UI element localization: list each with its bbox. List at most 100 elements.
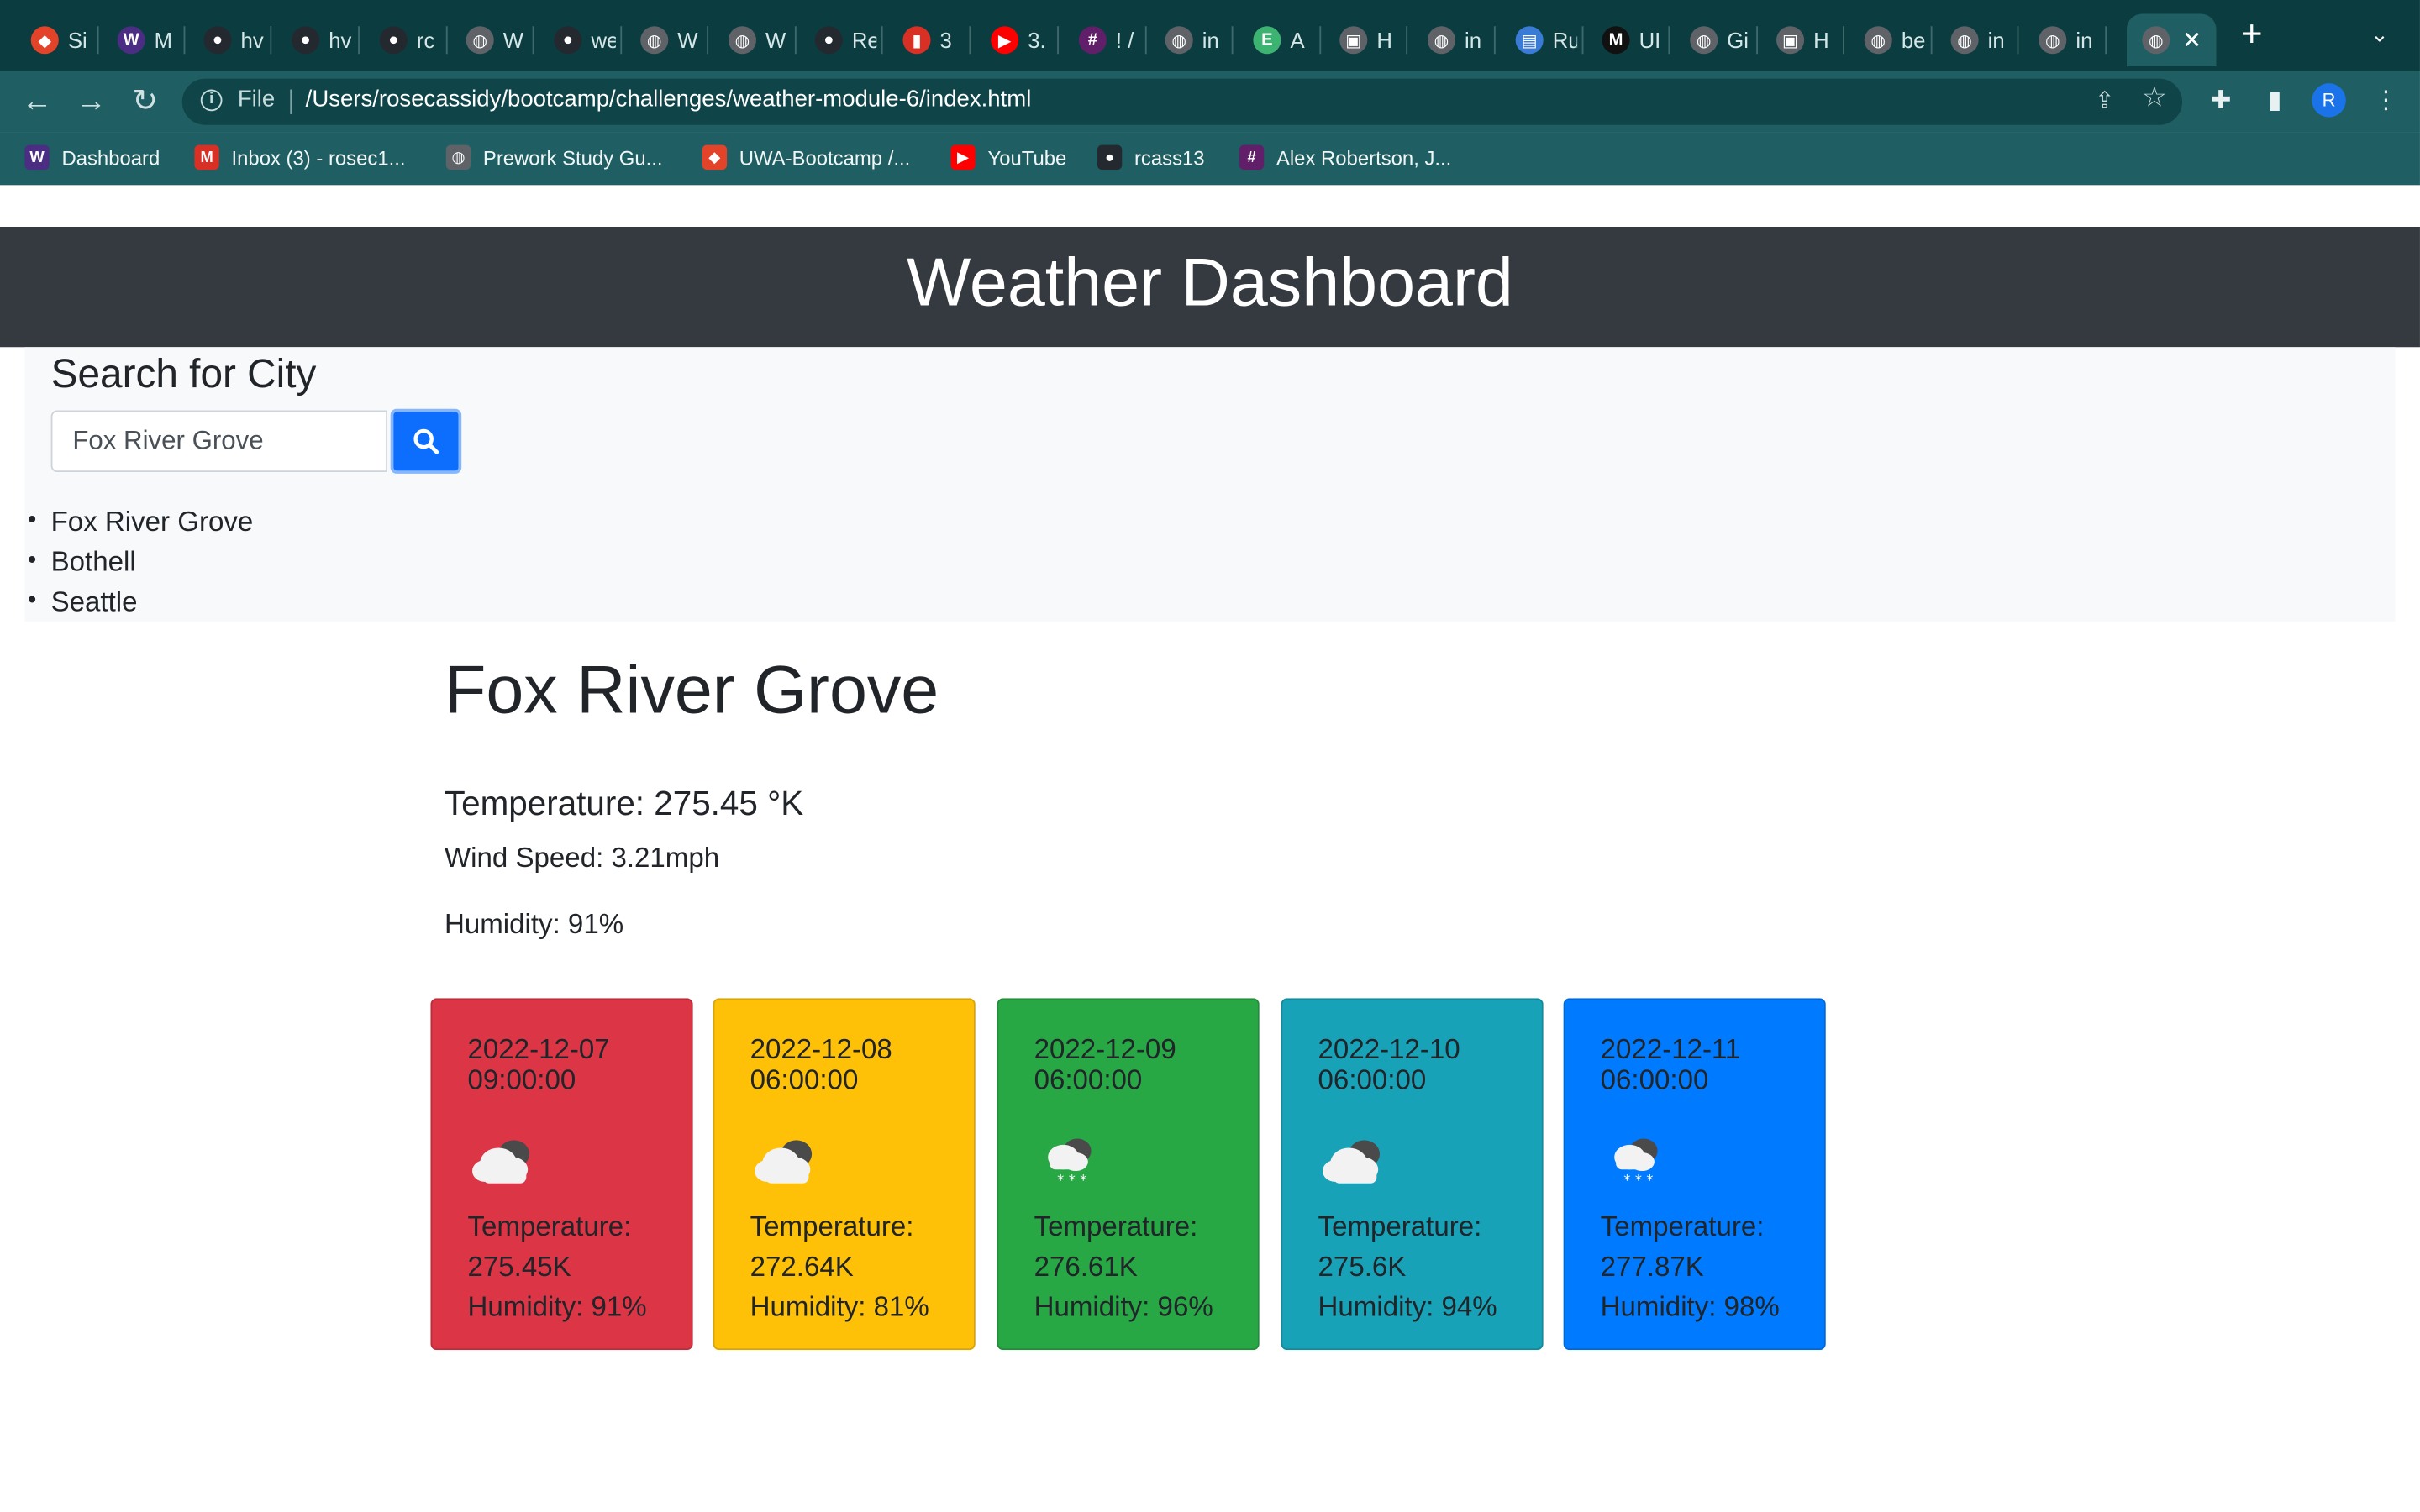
forecast-humidity: Humidity: 94% xyxy=(1318,1291,1497,1323)
url-text[interactable]: /Users/rosecassidy/bootcamp/challenges/w… xyxy=(306,87,1032,113)
browser-tab[interactable]: ◍ be xyxy=(1849,14,1929,66)
side-panel-icon[interactable]: ▮ xyxy=(2258,85,2291,118)
bookmark-item[interactable]: ● rcass13 xyxy=(1097,144,1205,171)
browser-tab[interactable]: ◍ in xyxy=(2023,14,2104,66)
browser-tab[interactable]: M UI xyxy=(1586,14,1667,66)
browser-tab[interactable]: ● Re xyxy=(799,14,880,66)
bookmark-favicon-icon: ▶ xyxy=(950,144,976,171)
tab-separator xyxy=(97,26,99,55)
search-button[interactable] xyxy=(390,408,462,474)
history-item[interactable]: Seattle xyxy=(28,581,254,622)
browser-tab[interactable]: ▶ 3. xyxy=(976,14,1056,66)
browser-tab[interactable]: ◍ W xyxy=(450,14,531,66)
forecast-card: 2022-12-10 06:00:00 Temperature: 275.6K Hum… xyxy=(1281,998,1544,1351)
site-header: Weather Dashboard xyxy=(0,226,2420,348)
extensions-puzzle-icon[interactable]: ✚ xyxy=(2204,85,2238,118)
bookmarks-bar: W Dashboard M Inbox (3) - rosec1... ◍ Prework… xyxy=(0,132,2420,186)
browser-menu-icon[interactable]: ⋮ xyxy=(2369,85,2402,118)
tab-title: 3. xyxy=(1028,28,1046,53)
tab-separator xyxy=(2105,26,2107,55)
forecast-date: 2022-12-11 06:00:00 xyxy=(1600,1033,1741,1096)
browser-tab[interactable]: ◍ in xyxy=(1150,14,1230,66)
reload-icon[interactable]: ↻ xyxy=(127,83,164,120)
tab-title: in xyxy=(1987,28,2005,53)
cloudy-icon xyxy=(468,1129,542,1190)
search-panel: Search for City Fox River Grove Bothell … xyxy=(24,347,2396,622)
tab-title: ! / xyxy=(1115,28,1134,53)
tab-separator xyxy=(1144,26,1147,55)
browser-toolbar: ← → ↻ i File /Users/rosecassidy/bootcamp… xyxy=(0,71,2420,133)
forecast-card: 2022-12-08 06:00:00 Temperature: 272.64K Hu… xyxy=(713,998,976,1351)
browser-tab[interactable]: # ! / xyxy=(1063,14,1144,66)
site-info-icon[interactable]: i xyxy=(200,89,223,112)
tab-separator xyxy=(445,26,448,55)
bookmark-star-icon[interactable]: ☆ xyxy=(2142,81,2167,114)
tab-separator xyxy=(620,26,623,55)
forecast-card: 2022-12-11 06:00:00 * * * Temperature: 277.… xyxy=(1563,998,1826,1351)
forecast-card: 2022-12-07 09:00:00 Temperature: 275.45K Hu… xyxy=(430,998,693,1351)
tab-favicon-icon: ◍ xyxy=(1165,26,1193,55)
address-bar[interactable]: i File /Users/rosecassidy/bootcamp/chall… xyxy=(182,78,2183,125)
tab-search-chevron-icon[interactable]: ⌄ xyxy=(2370,22,2389,48)
browser-tab-strip: ◆SiWM●hv●hv●rc◍W●we◍W◍W●Re▮3▶3.#! /◍inEA… xyxy=(0,0,2420,71)
tab-favicon-icon: M xyxy=(1602,26,1630,55)
tab-separator xyxy=(1581,26,1584,55)
close-tab-icon[interactable]: ✕ xyxy=(2182,26,2202,54)
tab-favicon-icon: ● xyxy=(292,26,320,55)
forward-arrow-icon[interactable]: → xyxy=(72,83,109,120)
tab-favicon-icon: ● xyxy=(379,26,408,55)
active-browser-tab[interactable]: ◍ ✕ xyxy=(2126,13,2217,66)
browser-tab[interactable]: ▮ 3 xyxy=(887,14,968,66)
tab-title: M xyxy=(154,28,173,53)
browser-tab[interactable]: ● hv xyxy=(188,14,269,66)
tab-title: rc xyxy=(416,28,435,53)
forecast-temperature-label: Temperature: xyxy=(1318,1210,1482,1242)
browser-tab[interactable]: ◍ W xyxy=(713,14,794,66)
browser-tab[interactable]: ▣ H xyxy=(1761,14,1842,66)
bookmark-item[interactable]: ▶ YouTube xyxy=(950,144,1067,171)
tab-separator xyxy=(1319,26,1322,55)
browser-tab[interactable]: ◍ Gi xyxy=(1675,14,1755,66)
browser-tab[interactable]: ▣ H xyxy=(1324,14,1405,66)
profile-avatar[interactable]: R xyxy=(2312,83,2346,118)
tab-favicon-icon: ◍ xyxy=(1864,26,1892,55)
bookmark-item[interactable]: M Inbox (3) - rosec1... xyxy=(194,144,406,171)
back-arrow-icon[interactable]: ← xyxy=(18,83,55,120)
city-search-input[interactable] xyxy=(50,410,388,473)
history-item[interactable]: Fox River Grove xyxy=(28,501,253,542)
browser-tab[interactable]: ● hv xyxy=(276,14,357,66)
tab-separator xyxy=(270,26,272,55)
globe-icon: ◍ xyxy=(2142,26,2170,55)
forecast-temperature-label: Temperature: xyxy=(1600,1210,1765,1242)
bookmark-item[interactable]: ◆ UWA-Bootcamp /... xyxy=(702,144,910,171)
forecast-date: 2022-12-10 06:00:00 xyxy=(1318,1033,1460,1096)
new-tab-button[interactable]: + xyxy=(2232,14,2272,55)
forecast-temperature: 272.64K xyxy=(750,1251,854,1283)
bookmark-item[interactable]: W Dashboard xyxy=(24,144,160,171)
forecast-humidity: Humidity: 96% xyxy=(1034,1291,1213,1323)
share-icon[interactable]: ⇪ xyxy=(2095,87,2114,114)
browser-tab[interactable]: ◆ Si xyxy=(15,14,96,66)
browser-tab[interactable]: ◍ in xyxy=(1935,14,2016,66)
tab-title: in xyxy=(1202,28,1219,53)
bookmark-label: YouTube xyxy=(987,145,1067,170)
bookmark-item[interactable]: ◍ Prework Study Gu... xyxy=(445,144,663,171)
bookmark-favicon-icon: ◍ xyxy=(445,144,471,171)
svg-text:* * *: * * * xyxy=(1057,1173,1086,1189)
browser-tab[interactable]: EA xyxy=(1238,14,1318,66)
browser-tab[interactable]: WM xyxy=(102,14,182,66)
tab-separator xyxy=(1231,26,1234,55)
browser-tab[interactable]: ◍ in xyxy=(1413,14,1493,66)
tab-favicon-icon: ▮ xyxy=(902,26,931,55)
tab-favicon-icon: ◍ xyxy=(728,26,756,55)
bookmark-item[interactable]: # Alex Robertson, J... xyxy=(1239,144,1451,171)
search-history-list: Fox River Grove Bothell Seattle xyxy=(24,501,253,622)
cloudy-icon xyxy=(750,1129,824,1190)
browser-tab[interactable]: ● rc xyxy=(364,14,445,66)
browser-tab[interactable]: ▤ Ru xyxy=(1500,14,1581,66)
history-item[interactable]: Bothell xyxy=(28,542,254,582)
bookmark-label: Dashboard xyxy=(61,145,160,170)
tab-title: Ru xyxy=(1552,28,1577,53)
browser-tab[interactable]: ● we xyxy=(539,14,619,66)
browser-tab[interactable]: ◍ W xyxy=(625,14,706,66)
